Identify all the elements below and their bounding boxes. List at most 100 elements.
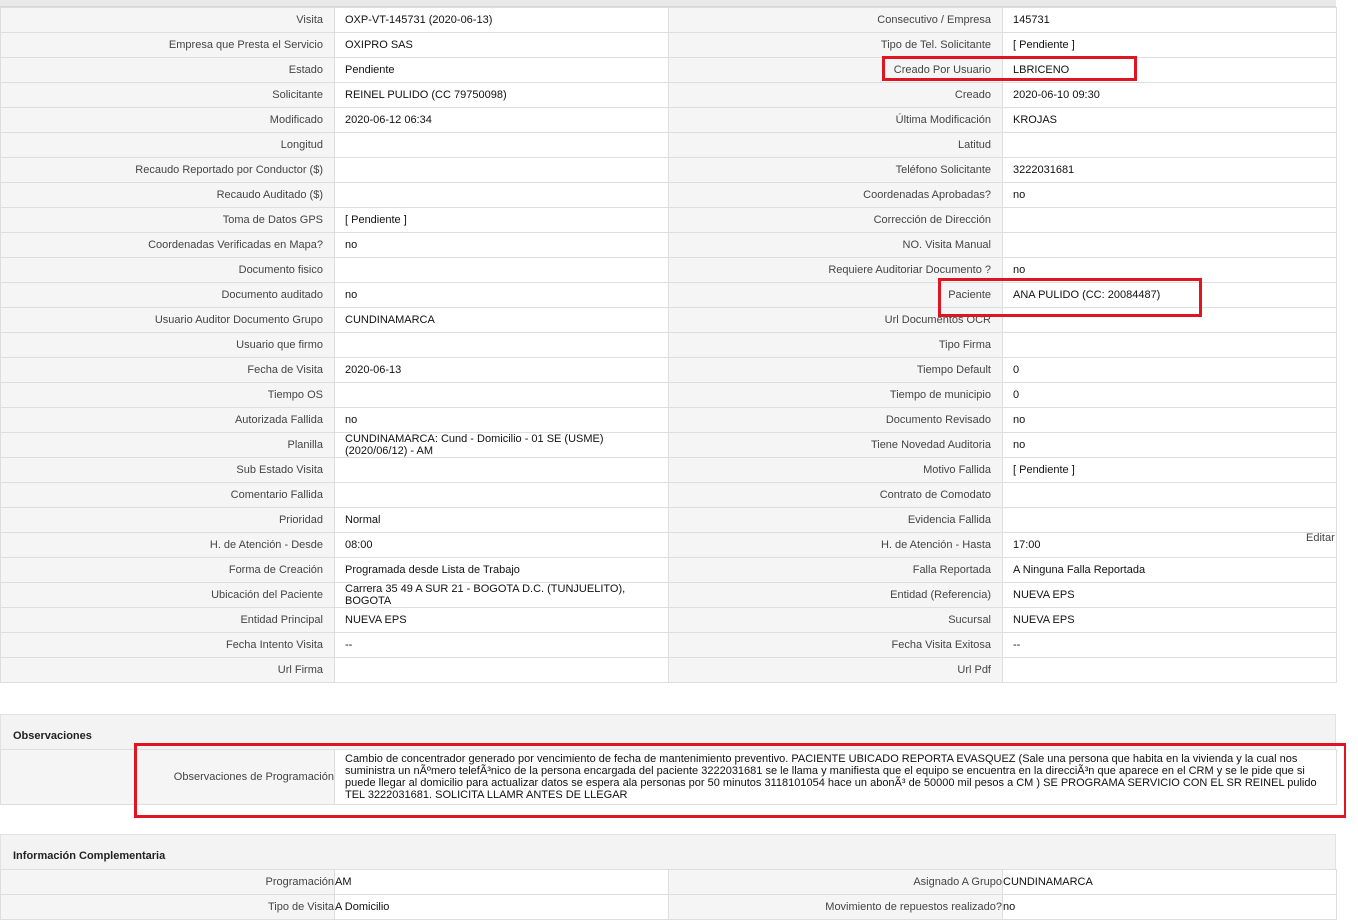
- sub-estado-visita-label: Sub Estado Visita: [0, 457, 335, 483]
- table-row: Recaudo Auditado ($) Coordenadas Aprobada…: [0, 182, 1337, 208]
- modificado-value: 2020-06-12 06:34: [334, 107, 669, 133]
- fecha-intento-visita-value: --: [334, 632, 669, 658]
- creado-por-usuario-label: Creado Por Usuario: [668, 57, 1003, 83]
- table-row: Observaciones de Programación Cambio de …: [0, 749, 1337, 805]
- movimiento-de-repuestos-realizado-value: no: [1002, 894, 1337, 920]
- tiempo-os-value: [334, 382, 669, 408]
- table-row: Empresa que Presta el Servicio OXIPRO SAS…: [0, 32, 1337, 58]
- table-row: Tiempo OS Tiempo de municipio 0: [0, 382, 1337, 408]
- estado-value: Pendiente: [334, 57, 669, 83]
- empresa-que-presta-el-servicio-value: OXIPRO SAS: [334, 32, 669, 58]
- table-row: Comentario Fallida Contrato de Comodato: [0, 482, 1337, 508]
- coordenadas-aprobadas-label: Coordenadas Aprobadas?: [668, 182, 1003, 208]
- table-row: Prioridad Normal Evidencia Fallida: [0, 507, 1337, 533]
- creado-label: Creado: [668, 82, 1003, 108]
- motivo-fallida-value: [ Pendiente ]: [1002, 457, 1337, 483]
- usuario-que-firmo-value: [334, 332, 669, 358]
- table-row: Tipo de Visita A Domicilio Movimiento de r…: [0, 894, 1337, 920]
- h-de-atencion-desde-label: H. de Atención - Desde: [0, 532, 335, 558]
- consecutivo-empresa-value: 145731: [1002, 7, 1337, 33]
- autorizada-fallida-label: Autorizada Fallida: [0, 407, 335, 433]
- prioridad-label: Prioridad: [0, 507, 335, 533]
- tiempo-default-label: Tiempo Default: [668, 357, 1003, 383]
- asignado-a-grupo-label: Asignado A Grupo: [668, 869, 1003, 895]
- movimiento-de-repuestos-realizado-label: Movimiento de repuestos realizado?: [668, 894, 1003, 920]
- tipo-de-tel-solicitante-label: Tipo de Tel. Solicitante: [668, 32, 1003, 58]
- h-de-atencion-desde-value: 08:00: [334, 532, 669, 558]
- requiere-auditoriar-documento-label: Requiere Auditoriar Documento ?: [668, 257, 1003, 283]
- visita-label: Visita: [0, 7, 335, 33]
- recaudo-reportado-por-conductor-value: [334, 157, 669, 183]
- consecutivo-empresa-label: Consecutivo / Empresa: [668, 7, 1003, 33]
- falla-reportada-value: A Ninguna Falla Reportada: [1002, 557, 1337, 583]
- entidad-referencia-value: NUEVA EPS: [1002, 582, 1337, 608]
- h-de-atencion-hasta-value: 17:00: [1002, 532, 1337, 558]
- modificado-label: Modificado: [0, 107, 335, 133]
- tipo-de-tel-solicitante-value: [ Pendiente ]: [1002, 32, 1337, 58]
- info-complementaria-section-header: Información Complementaria: [0, 834, 1336, 870]
- motivo-fallida-label: Motivo Fallida: [668, 457, 1003, 483]
- estado-label: Estado: [0, 57, 335, 83]
- tiempo-de-municipio-label: Tiempo de municipio: [668, 382, 1003, 408]
- fecha-visita-exitosa-value: --: [1002, 632, 1337, 658]
- longitud-value: [334, 132, 669, 158]
- ubicacion-del-paciente-value: Carrera 35 49 A SUR 21 - BOGOTA D.C. (TU…: [334, 582, 669, 608]
- visit-details-table: Visita OXP-VT-145731 (2020-06-13) Consecut…: [0, 7, 1337, 683]
- asignado-a-grupo-value: CUNDINAMARCA: [1002, 869, 1337, 895]
- fecha-de-visita-label: Fecha de Visita: [0, 357, 335, 383]
- h-de-atencion-hasta-label: H. de Atención - Hasta: [668, 532, 1003, 558]
- table-row: Visita OXP-VT-145731 (2020-06-13) Consecut…: [0, 7, 1337, 33]
- no-visita-manual-label: NO. Visita Manual: [668, 232, 1003, 258]
- page-scroll-area[interactable]: [1346, 0, 1358, 914]
- url-firma-value: [334, 657, 669, 683]
- observaciones-section-header: Observaciones: [0, 714, 1336, 750]
- sub-estado-visita-value: [334, 457, 669, 483]
- tiempo-de-municipio-value: 0: [1002, 382, 1337, 408]
- planilla-value: CUNDINAMARCA: Cund - Domicilio - 01 SE (…: [334, 432, 669, 458]
- paciente-label: Paciente: [668, 282, 1003, 308]
- usuario-auditor-documento-grupo-value: CUNDINAMARCA: [334, 307, 669, 333]
- latitud-value: [1002, 132, 1337, 158]
- comentario-fallida-label: Comentario Fallida: [0, 482, 335, 508]
- table-row: Usuario que firmo Tipo Firma: [0, 332, 1337, 358]
- url-pdf-value: [1002, 657, 1337, 683]
- solicitante-label: Solicitante: [0, 82, 335, 108]
- planilla-label: Planilla: [0, 432, 335, 458]
- entidad-referencia-label: Entidad (Referencia): [668, 582, 1003, 608]
- coordenadas-verificadas-en-mapa-label: Coordenadas Verificadas en Mapa?: [0, 232, 335, 258]
- url-firma-label: Url Firma: [0, 657, 335, 683]
- table-row: Longitud Latitud: [0, 132, 1337, 158]
- recaudo-reportado-por-conductor-label: Recaudo Reportado por Conductor ($): [0, 157, 335, 183]
- visita-value: OXP-VT-145731 (2020-06-13): [334, 7, 669, 33]
- toma-de-datos-gps-label: Toma de Datos GPS: [0, 207, 335, 233]
- documento-fisico-label: Documento fisico: [0, 257, 335, 283]
- forma-de-creacion-value: Programada desde Lista de Trabajo: [334, 557, 669, 583]
- table-row: Programación AM Asignado A Grupo CUNDINAMAR…: [0, 869, 1337, 895]
- table-row: H. de Atención - Desde 08:00 H. de Atenció…: [0, 532, 1337, 558]
- observaciones-programacion-text: Cambio de concentrador generado por venc…: [334, 749, 1337, 805]
- forma-de-creacion-label: Forma de Creación: [0, 557, 335, 583]
- telefono-solicitante-label: Teléfono Solicitante: [668, 157, 1003, 183]
- falla-reportada-label: Falla Reportada: [668, 557, 1003, 583]
- observaciones-programacion-label: Observaciones de Programación: [0, 749, 335, 805]
- tipo-de-visita-value: A Domicilio: [334, 894, 669, 920]
- documento-revisado-value: no: [1002, 407, 1337, 433]
- paciente-value: ANA PULIDO (CC: 20084487): [1002, 282, 1337, 308]
- contrato-de-comodato-value: [1002, 482, 1337, 508]
- telefono-solicitante-value: 3222031681: [1002, 157, 1337, 183]
- tiempo-os-label: Tiempo OS: [0, 382, 335, 408]
- url-documentos-ocr-label: Url Documentos OCR: [668, 307, 1003, 333]
- fecha-de-visita-value: 2020-06-13: [334, 357, 669, 383]
- entidad-principal-label: Entidad Principal: [0, 607, 335, 633]
- recaudo-auditado-value: [334, 182, 669, 208]
- correccion-de-direccion-label: Corrección de Dirección: [668, 207, 1003, 233]
- table-row: Modificado 2020-06-12 06:34 Última Modific…: [0, 107, 1337, 133]
- table-row: Documento fisico Requiere Auditoriar Docu…: [0, 257, 1337, 283]
- table-row: Estado Pendiente Creado Por Usuario LBRICEN…: [0, 57, 1337, 83]
- edit-link[interactable]: Editar: [1306, 532, 1335, 544]
- tipo-de-visita-label: Tipo de Visita: [0, 894, 335, 920]
- table-row: Fecha de Visita 2020-06-13 Tiempo Default…: [0, 357, 1337, 383]
- table-row: Ubicación del Paciente Carrera 35 49 A SU…: [0, 582, 1337, 608]
- tiempo-default-value: 0: [1002, 357, 1337, 383]
- table-row: Usuario Auditor Documento Grupo CUNDINAMA…: [0, 307, 1337, 333]
